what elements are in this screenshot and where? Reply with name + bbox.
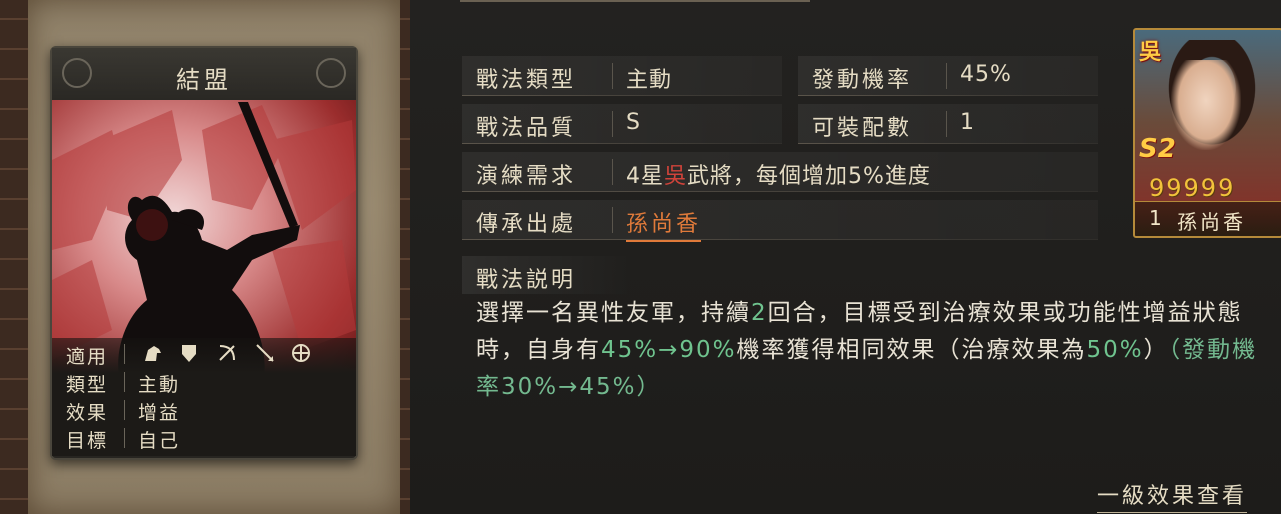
info-label: 效果 — [66, 402, 109, 424]
info-label: 適用 — [66, 346, 109, 368]
source-label: 傳承出處 — [476, 212, 577, 237]
hero-name: 孫尚香 — [1177, 210, 1246, 234]
info-value: 自己 — [138, 430, 181, 452]
divider — [124, 428, 125, 448]
hero-faction: 吳 — [1139, 40, 1162, 65]
slots-value: 1 — [960, 110, 975, 135]
info-row-target: 目標 自己 — [58, 424, 350, 452]
hero-star-rating: 99999 — [1149, 174, 1236, 202]
divider — [124, 344, 125, 364]
info-value: 增益 — [138, 402, 181, 424]
info-row-troops: 適用 — [58, 340, 350, 368]
description-title-bar: 戰法説明 — [462, 256, 632, 294]
shield-icon — [182, 345, 196, 362]
requirement-prefix: 4星 — [626, 164, 664, 189]
info-row-type: 類型 主動 — [58, 368, 350, 396]
divider — [124, 372, 125, 392]
wheel-icon — [292, 344, 310, 362]
trigger-rate-label: 發動機率 — [812, 68, 913, 93]
info-row-effect: 效果 增益 — [58, 396, 350, 424]
desc-highlight: 50% — [1086, 337, 1144, 363]
bow-icon — [219, 345, 235, 361]
card-info-panel: 適用 類型 主動 效果 增益 目標 自己 — [52, 338, 356, 456]
card-title-bar: 結盟 — [52, 48, 356, 101]
source-hero-link[interactable]: 孫尚香 — [626, 206, 702, 242]
info-label: 目標 — [66, 430, 109, 452]
slots-label: 可裝配數 — [812, 116, 913, 141]
skill-card: 結盟 適用 類型 主動 效果 增益 目標 自己 — [50, 46, 358, 460]
requirement-suffix: 武將，每個增加5%進度 — [687, 164, 931, 189]
skill-quality-value: S — [626, 110, 641, 135]
skill-quality-label: 戰法品質 — [476, 116, 577, 141]
spear-icon — [256, 344, 274, 362]
info-label: 類型 — [66, 374, 109, 396]
description-text: 選擇一名異性友軍，持續2回合，目標受到治療效果或功能性增益狀態時，自身有45%→… — [476, 295, 1276, 406]
hero-level: 1 — [1149, 206, 1162, 230]
divider — [124, 400, 125, 420]
description-title: 戰法説明 — [476, 268, 577, 293]
desc-highlight: 45%→90% — [601, 337, 737, 363]
requirement-faction: 吳 — [664, 164, 688, 189]
desc-part: ） — [1143, 337, 1169, 363]
desc-part: 選擇一名異性友軍，持續 — [476, 300, 751, 326]
divider — [612, 207, 613, 233]
trigger-rate-value: 45% — [960, 62, 1012, 87]
divider — [946, 111, 947, 137]
info-value: 主動 — [138, 374, 181, 396]
skill-type-value: 主動 — [626, 68, 673, 93]
skill-name: 結盟 — [176, 66, 232, 94]
divider — [946, 63, 947, 89]
desc-highlight: 2 — [751, 300, 768, 326]
desc-part: 機率獲得相同效果（治療效果為 — [736, 337, 1087, 363]
hero-card[interactable]: 吳 S2 99999 1 孫尚香 — [1133, 28, 1281, 238]
divider — [612, 159, 613, 185]
divider — [612, 63, 613, 89]
divider — [612, 111, 613, 137]
level-one-effect-link[interactable]: 一級效果查看 — [1097, 478, 1248, 513]
top-divider — [460, 0, 810, 2]
hero-name-bar: 1 孫尚香 — [1135, 201, 1281, 236]
requirement-value: 4星吳武將，每個增加5%進度 — [626, 158, 931, 190]
requirement-label: 演練需求 — [476, 164, 577, 189]
skill-type-label: 戰法類型 — [476, 68, 577, 93]
cavalry-icon — [145, 346, 161, 361]
hero-season-badge: S2 — [1139, 134, 1176, 164]
hero-portrait — [1171, 60, 1241, 150]
